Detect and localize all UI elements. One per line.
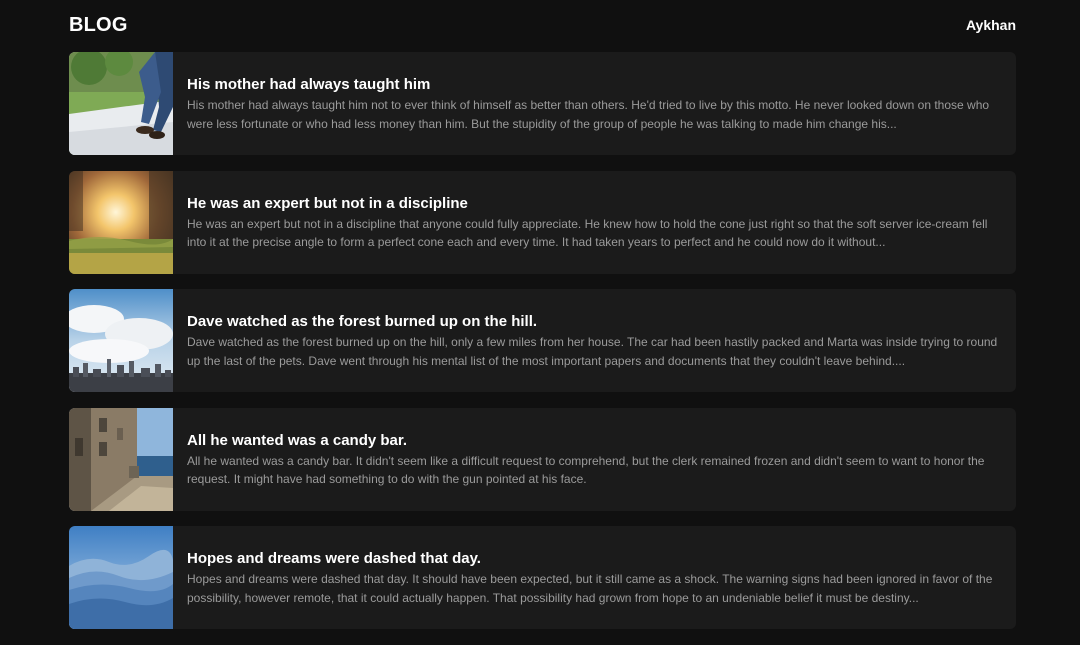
user-name[interactable]: Aykhan [966,17,1016,33]
walking-legs-photo [69,52,173,155]
post-title[interactable]: Dave watched as the forest burned up on … [187,313,1002,331]
post-excerpt: His mother had always taught him not to … [187,98,990,131]
post-thumbnail[interactable] [69,407,173,511]
post-title[interactable]: His mother had always taught him [187,76,1002,94]
post-content: He was an expert but not in a discipline… [173,171,1016,274]
post-content: Dave watched as the forest burned up on … [173,289,1016,392]
post-card[interactable]: His mother had always taught him His mot… [69,52,1016,155]
post-card[interactable]: Hopes and dreams were dashed that day. H… [69,526,1016,629]
post-title[interactable]: All he wanted was a candy bar. [187,432,1002,450]
post-card[interactable]: He was an expert but not in a discipline… [69,170,1016,274]
post-excerpt: Hopes and dreams were dashed that day. I… [187,572,993,605]
post-thumbnail[interactable] [69,52,173,155]
blog-logo[interactable]: BLOG [69,14,128,37]
post-thumbnail[interactable] [69,289,173,392]
sunset-field-photo [69,170,173,274]
blue-mountains-photo [69,526,173,629]
top-bar: BLOG Aykhan [69,0,1016,50]
post-excerpt: He was an expert but not in a discipline… [187,216,988,250]
post-title[interactable]: Hopes and dreams were dashed that day. [187,550,1002,568]
city-skyline-photo [69,289,173,392]
post-excerpt: All he wanted was a candy bar. It didn't… [187,453,985,487]
seaside-alley-photo [69,407,173,511]
post-card[interactable]: Dave watched as the forest burned up on … [69,289,1016,392]
post-content: Hopes and dreams were dashed that day. H… [173,526,1016,629]
post-thumbnail[interactable] [69,170,173,274]
post-title[interactable]: He was an expert but not in a discipline [187,195,1002,213]
post-content: His mother had always taught him His mot… [173,52,1016,155]
post-content: All he wanted was a candy bar. All he wa… [173,408,1016,511]
post-thumbnail[interactable] [69,526,173,629]
post-excerpt: Dave watched as the forest burned up on … [187,335,998,368]
post-card[interactable]: All he wanted was a candy bar. All he wa… [69,407,1016,511]
post-list: His mother had always taught him His mot… [69,52,1016,645]
